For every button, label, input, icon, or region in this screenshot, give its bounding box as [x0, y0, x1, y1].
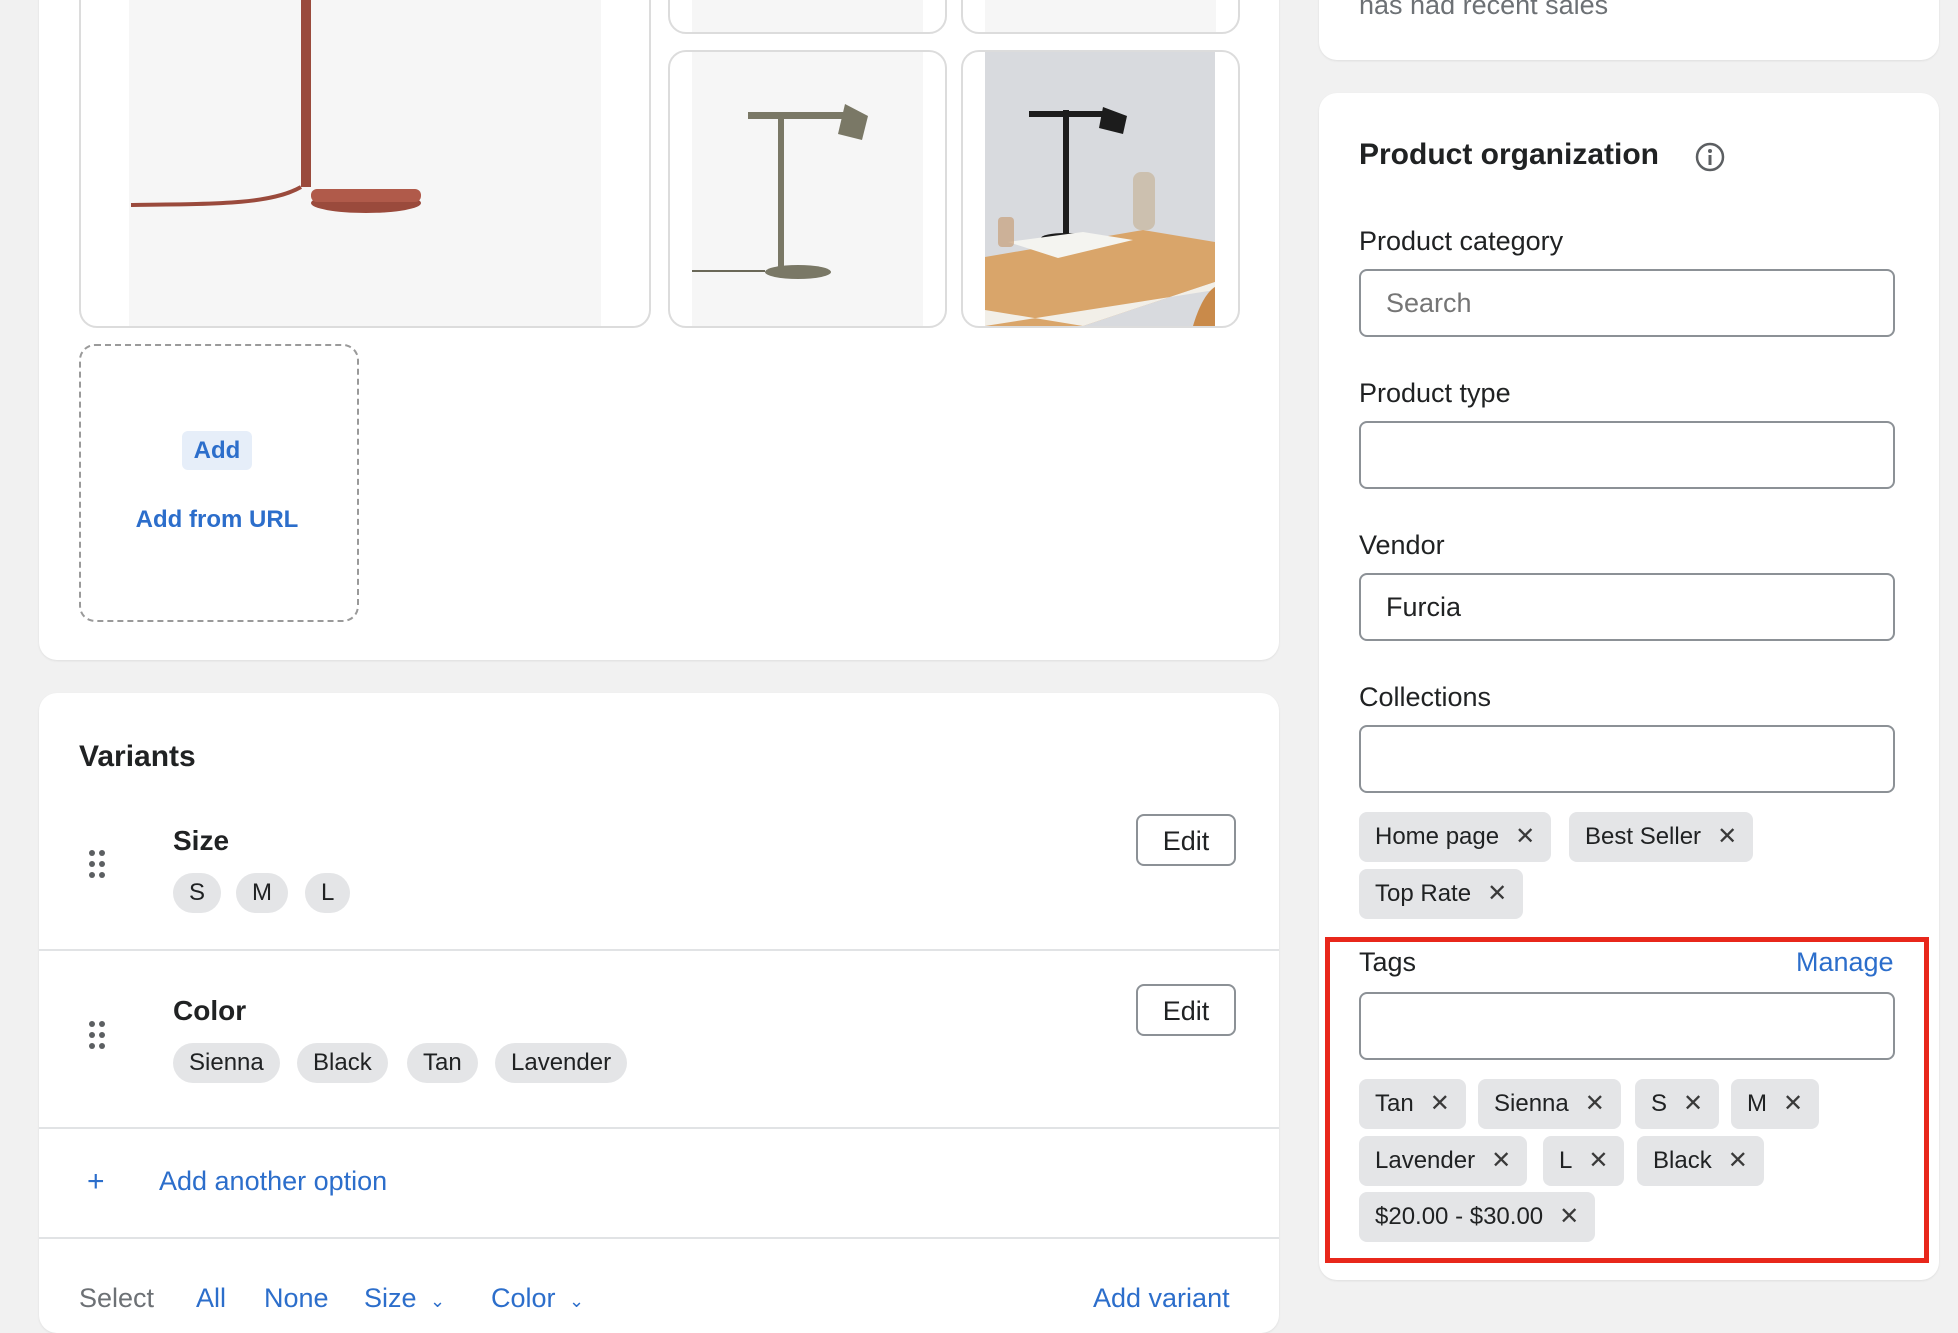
edit-color-button[interactable]: Edit	[1136, 984, 1236, 1036]
media-image-top-1[interactable]	[668, 0, 947, 34]
remove-icon[interactable]: ✕	[1728, 1147, 1748, 1174]
tag-chip-label: L	[1559, 1147, 1573, 1174]
vendor-label: Vendor	[1359, 530, 1445, 560]
remove-icon[interactable]: ✕	[1559, 1203, 1579, 1230]
collection-chip-label: Top Rate	[1375, 880, 1472, 907]
drag-handle-icon[interactable]	[89, 1021, 109, 1051]
media-image-main[interactable]	[79, 0, 651, 328]
status-text: has had recent sales	[1359, 0, 1609, 20]
manage-tags-link[interactable]: Manage	[1796, 947, 1894, 978]
desk-scene-image	[985, 52, 1215, 326]
media-image-top-2[interactable]	[961, 0, 1240, 34]
lamp-image	[130, 0, 421, 213]
product-type-label: Product type	[1359, 378, 1511, 408]
select-size-dropdown[interactable]: Size ⌄	[364, 1283, 445, 1314]
remove-icon[interactable]: ✕	[1588, 1147, 1608, 1174]
select-label: Select	[79, 1283, 155, 1313]
tag-chip-label: Tan	[1375, 1090, 1414, 1117]
collections-label: Collections	[1359, 682, 1492, 712]
divider	[39, 1127, 1279, 1129]
tag-chip: Sienna ✕	[1478, 1079, 1621, 1129]
tag-chip-label: M	[1747, 1090, 1767, 1117]
add-from-url-link[interactable]: Add from URL	[79, 506, 355, 534]
tag-chip: Tan ✕	[1359, 1079, 1466, 1129]
divider	[39, 949, 1279, 951]
collection-chip-label: Home page	[1375, 823, 1500, 850]
remove-icon[interactable]: ✕	[1515, 823, 1535, 850]
collections-input[interactable]	[1359, 725, 1895, 793]
remove-icon[interactable]: ✕	[1783, 1090, 1803, 1117]
select-size-label: Size	[364, 1283, 417, 1313]
product-type-input[interactable]	[1359, 421, 1895, 489]
divider	[39, 1237, 1279, 1239]
select-color-label: Color	[491, 1283, 556, 1313]
select-all-link[interactable]: All	[196, 1283, 226, 1314]
tag-chip-label: S	[1651, 1090, 1668, 1117]
remove-icon[interactable]: ✕	[1491, 1147, 1511, 1174]
tag-chip-label: Black	[1653, 1147, 1712, 1174]
info-icon[interactable]	[1695, 142, 1725, 172]
option-value-pill: Sienna	[173, 1043, 280, 1083]
product-organization-title: Product organization	[1359, 138, 1659, 171]
tag-chip-label: $20.00 - $30.00	[1375, 1203, 1544, 1230]
tag-chip-label: Sienna	[1494, 1090, 1569, 1117]
status-card: has had recent sales	[1319, 0, 1939, 60]
option-name-size: Size	[173, 825, 230, 856]
add-media-button[interactable]: Add	[182, 431, 252, 470]
vendor-input[interactable]: Furcia	[1359, 573, 1895, 641]
option-name-color: Color	[173, 995, 247, 1026]
option-value-pill: Black	[297, 1043, 388, 1083]
media-dropzone[interactable]	[79, 344, 359, 622]
tag-chip: S ✕	[1635, 1079, 1720, 1129]
chevron-down-icon: ⌄	[569, 1291, 585, 1311]
collection-chip-label: Best Seller	[1585, 823, 1702, 850]
remove-icon[interactable]: ✕	[1430, 1090, 1450, 1117]
media-image-lamp-desk[interactable]	[961, 50, 1240, 328]
option-value-pill: Lavender	[495, 1043, 628, 1083]
remove-icon[interactable]: ✕	[1585, 1090, 1605, 1117]
add-another-option-link[interactable]: Add another option	[159, 1166, 387, 1197]
select-color-dropdown[interactable]: Color ⌄	[491, 1283, 584, 1314]
tag-chip: M ✕	[1731, 1079, 1820, 1129]
collection-chip: Best Seller ✕	[1569, 812, 1754, 862]
collection-chip: Top Rate ✕	[1359, 869, 1524, 919]
tag-chip: Lavender ✕	[1359, 1136, 1528, 1186]
lamp-image	[692, 104, 868, 279]
chevron-down-icon: ⌄	[430, 1291, 446, 1311]
tag-chip: $20.00 - $30.00 ✕	[1359, 1192, 1596, 1242]
plus-icon[interactable]: +	[87, 1165, 105, 1199]
remove-icon[interactable]: ✕	[1683, 1090, 1703, 1117]
remove-icon[interactable]: ✕	[1717, 823, 1737, 850]
product-category-search-input[interactable]	[1359, 269, 1895, 337]
option-value-pill: L	[305, 873, 351, 913]
option-value-pill: Tan	[407, 1043, 478, 1083]
edit-size-button[interactable]: Edit	[1136, 814, 1236, 866]
tag-chip: Black ✕	[1637, 1136, 1764, 1186]
drag-handle-icon[interactable]	[89, 850, 109, 880]
media-image-lamp-olive[interactable]	[668, 50, 947, 328]
product-category-label: Product category	[1359, 226, 1564, 256]
add-variant-link[interactable]: Add variant	[1093, 1283, 1230, 1314]
select-none-link[interactable]: None	[264, 1283, 329, 1314]
variants-title: Variants	[79, 740, 196, 773]
option-value-pill: S	[173, 873, 222, 913]
option-value-pill: M	[236, 873, 288, 913]
tag-chip-label: Lavender	[1375, 1147, 1476, 1174]
collection-chip: Home page ✕	[1359, 812, 1552, 862]
tags-input[interactable]	[1359, 992, 1895, 1060]
tags-label: Tags	[1359, 947, 1417, 977]
tag-chip: L ✕	[1543, 1136, 1625, 1186]
remove-icon[interactable]: ✕	[1487, 880, 1507, 907]
